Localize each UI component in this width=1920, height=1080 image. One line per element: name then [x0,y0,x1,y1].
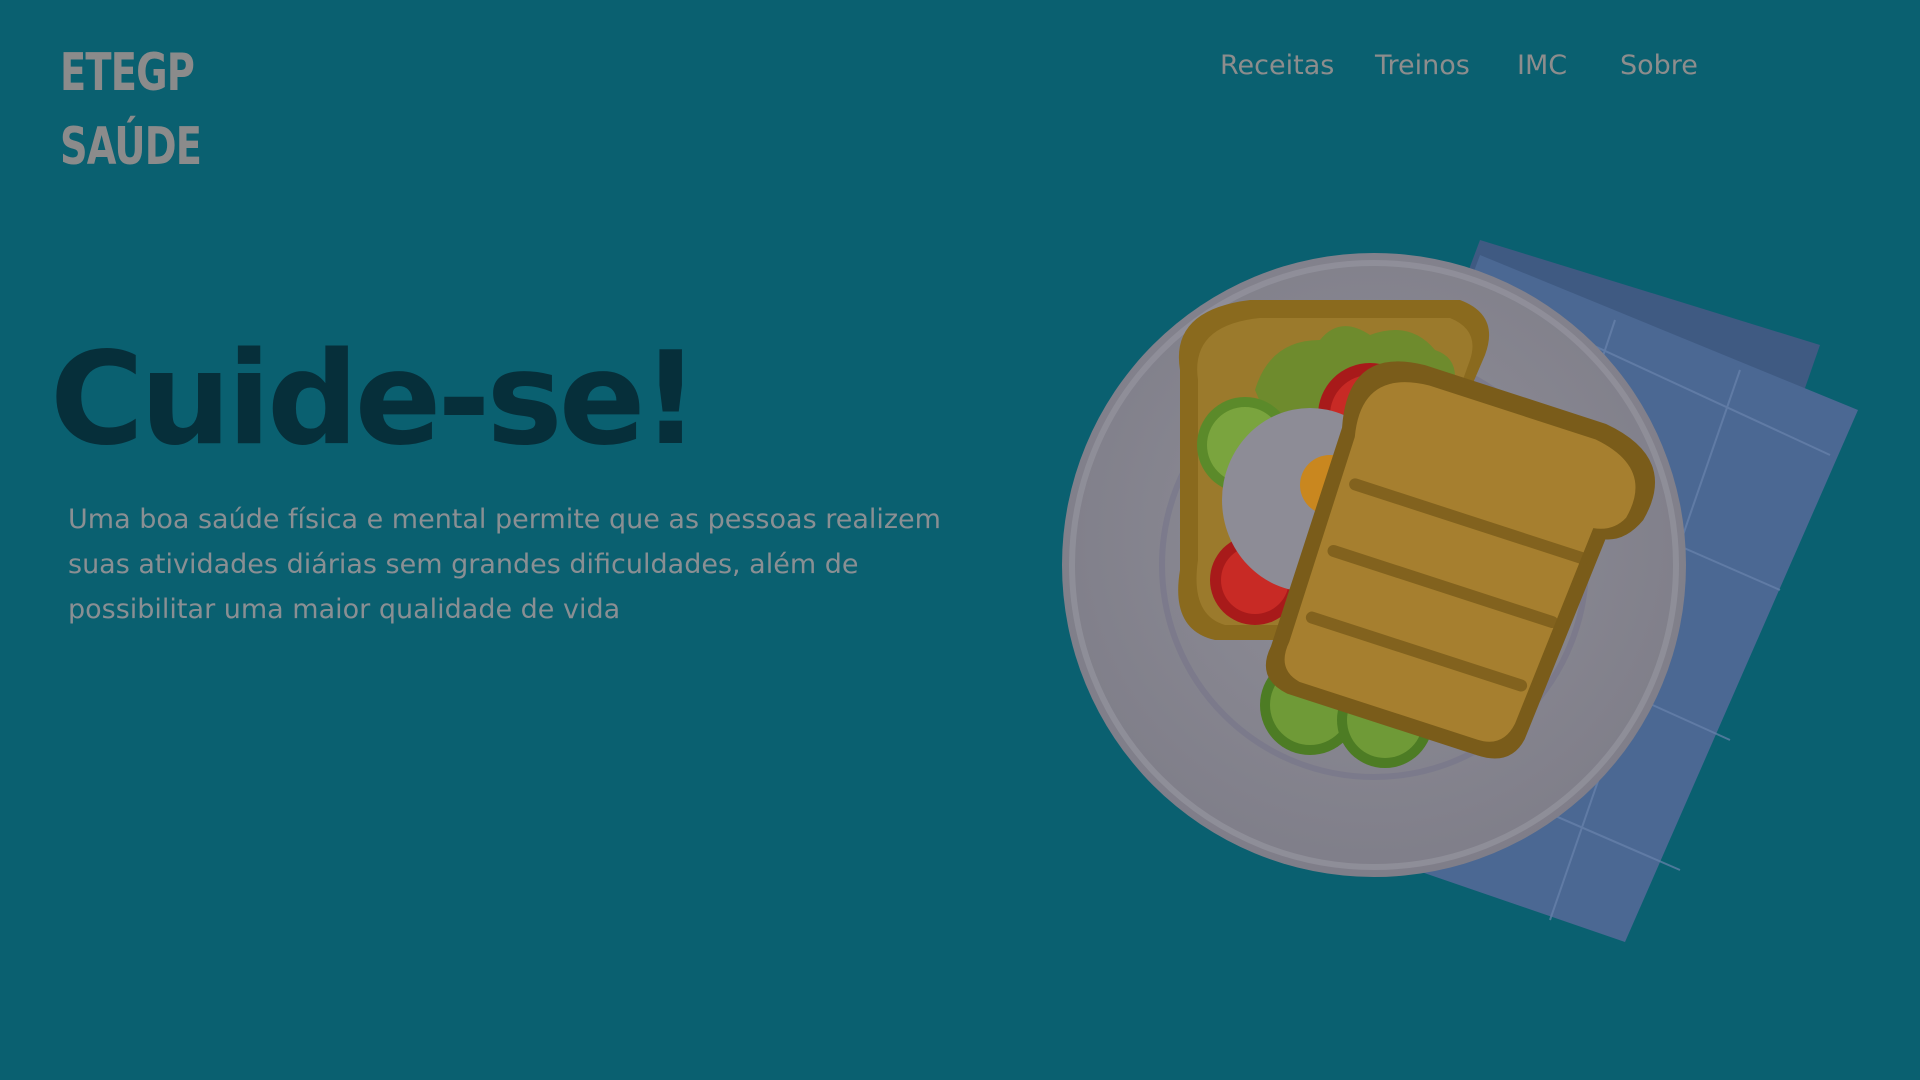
logo-line-2: SAÚDE [60,117,202,177]
nav-link-receitas[interactable]: Receitas [1220,50,1334,81]
toast-plate-illustration [1062,240,1858,942]
hero-description: Uma boa saúde física e mental permite qu… [68,504,941,625]
main-nav: Receitas Treinos IMC Sobre [1220,50,1720,90]
nav-link-imc[interactable]: IMC [1517,50,1567,81]
logo-line-1: ETEGP [60,43,195,103]
nav-link-sobre[interactable]: Sobre [1620,50,1698,81]
site-logo[interactable]: ETEGP SAÚDE [60,36,202,184]
hero-title: Cuide-se! [50,325,700,474]
nav-link-treinos[interactable]: Treinos [1375,50,1470,81]
